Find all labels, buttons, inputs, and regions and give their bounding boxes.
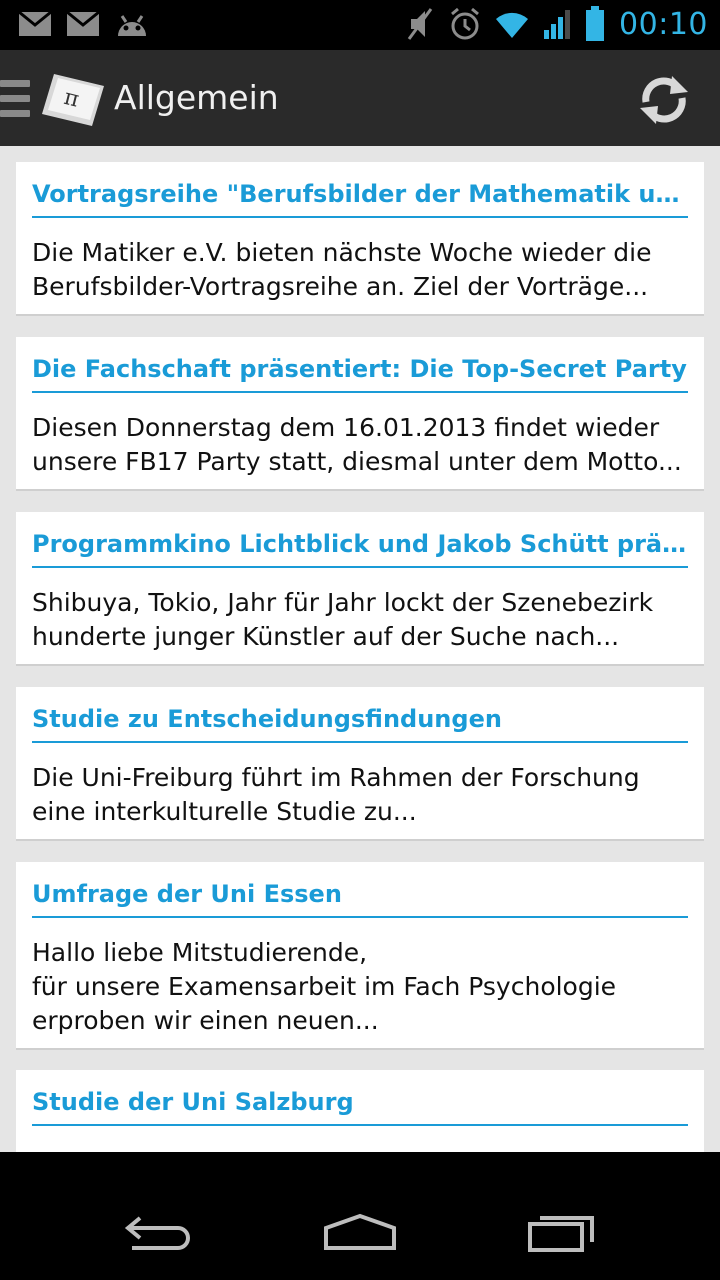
list-item[interactable]: Die Fachschaft präsentiert: Die Top-Secr… [16,337,704,491]
article-excerpt: Diesen Donnerstag dem 16.01.2013 findet … [32,413,682,476]
back-icon[interactable] [120,1210,200,1254]
article-excerpt: Hallo liebe Mitstudierende, für unsere E… [32,938,617,1035]
article-excerpt: Die Matiker e.V. bieten nächste Woche wi… [32,238,652,301]
mail-icon [18,11,52,36]
signal-icon [544,10,571,39]
article-title: Umfrage der Uni Essen [32,880,688,918]
mute-icon [407,8,433,40]
article-title: Studie der Uni Salzburg [32,1088,688,1126]
news-list[interactable]: Vortragsreihe "Berufsbilder der Mathemat… [0,146,720,1152]
drawer-icon[interactable] [0,80,30,118]
alarm-icon [451,7,479,40]
article-excerpt: Shibuya, Tokio, Jahr für Jahr lockt der … [32,588,654,651]
mail-icon [66,11,100,36]
action-bar: π Allgemein [0,50,720,146]
article-title: Vortragsreihe "Berufsbilder der Mathemat… [32,180,688,218]
refresh-icon[interactable] [636,72,692,128]
page-title: Allgemein [114,78,279,117]
navigation-bar [0,1184,720,1280]
home-icon[interactable] [320,1210,400,1254]
article-title: Programmkino Lichtblick und Jakob Schütt… [32,530,688,568]
battery-icon [586,6,605,41]
list-item[interactable]: Studie der Uni Salzburg [16,1070,704,1152]
list-item[interactable]: Studie zu Entscheidungsfindungen Die Uni… [16,687,704,841]
status-bar: 00:10 [0,0,720,50]
article-title: Studie zu Entscheidungsfindungen [32,705,688,743]
article-title: Die Fachschaft präsentiert: Die Top-Secr… [32,355,688,393]
clock: 00:10 [619,6,708,42]
notification-icons [18,10,150,38]
recent-apps-icon[interactable] [520,1210,600,1254]
wifi-icon [496,12,529,38]
system-icons: 00:10 [405,6,708,42]
list-item[interactable]: Programmkino Lichtblick und Jakob Schütt… [16,512,704,666]
list-item[interactable]: Umfrage der Uni Essen Hallo liebe Mitstu… [16,862,704,1050]
app-logo-icon[interactable]: π [40,70,106,130]
article-excerpt: Die Uni-Freiburg führt im Rahmen der For… [32,763,640,826]
android-debug-icon [118,15,146,36]
list-item[interactable]: Vortragsreihe "Berufsbilder der Mathemat… [16,162,704,316]
